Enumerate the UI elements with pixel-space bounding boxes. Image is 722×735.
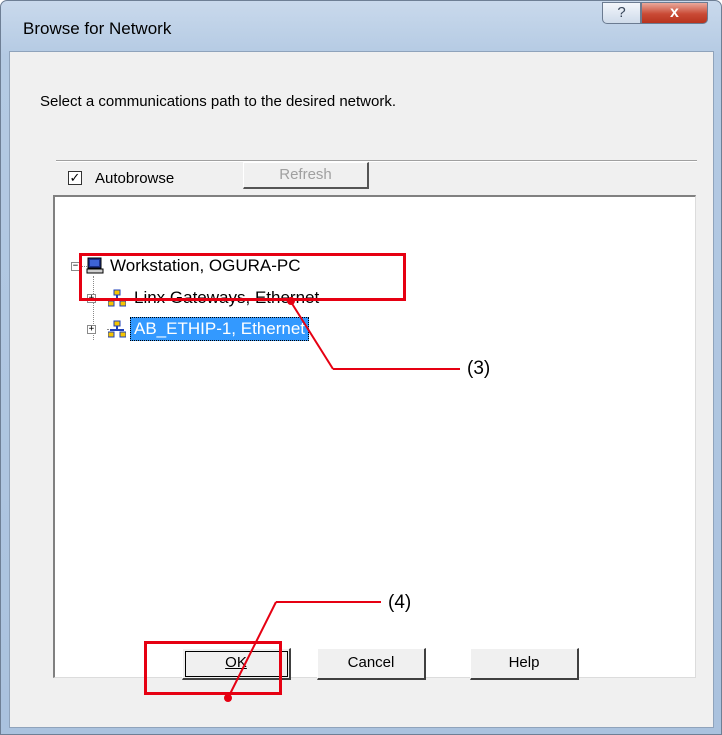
annotation-label-4: (4) xyxy=(388,592,412,613)
callout-line-3 xyxy=(290,301,334,370)
annotation-box-tree-selection xyxy=(79,253,406,301)
callout-dot-4 xyxy=(224,694,232,702)
annotation-overlay xyxy=(224,297,460,702)
annotation-box-ok-button xyxy=(144,641,282,695)
annotation-label-3: (3) xyxy=(467,358,491,379)
